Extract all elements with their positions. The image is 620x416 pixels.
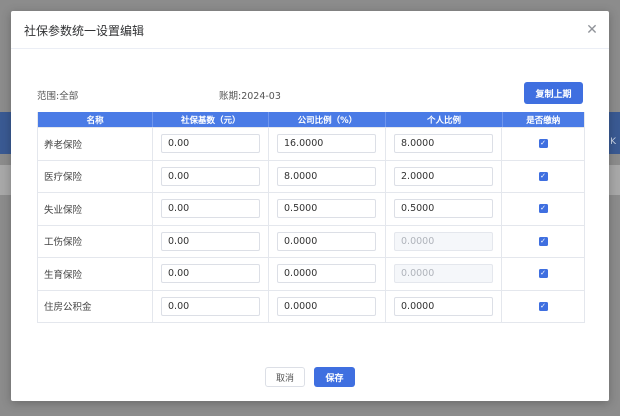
paid-cell: ✓	[502, 258, 584, 290]
paid-cell: ✓	[502, 226, 584, 258]
base-cell: 0.00	[153, 290, 269, 322]
personal-ratio-input[interactable]: 0.0000	[394, 296, 493, 316]
base-input[interactable]: 0.00	[161, 199, 260, 219]
company-ratio-cell: 0.0000	[269, 258, 386, 290]
table-body: 养老保险 0.00 16.0000 8.0000 ✓ 医疗保险 0.00 8.0000 2.00…	[38, 127, 584, 322]
base-cell: 0.00	[153, 128, 269, 160]
paid-cell: ✓	[502, 161, 584, 193]
company-ratio-cell: 0.0000	[269, 225, 386, 257]
base-input[interactable]: 0.00	[161, 134, 260, 154]
company-ratio-input[interactable]: 0.0000	[277, 296, 376, 316]
row-name: 生育保险	[38, 258, 153, 290]
table-row: 生育保险 0.00 0.0000 0.0000 ✓	[38, 257, 584, 290]
table-row: 住房公积金 0.00 0.0000 0.0000 ✓	[38, 289, 584, 323]
row-name: 养老保险	[38, 128, 153, 160]
company-ratio-cell: 0.5000	[269, 193, 386, 225]
company-ratio-cell: 0.0000	[269, 290, 386, 322]
table-row: 医疗保险 0.00 8.0000 2.0000 ✓	[38, 159, 584, 193]
base-input[interactable]: 0.00	[161, 296, 260, 316]
paid-checkbox[interactable]: ✓	[538, 171, 548, 181]
dialog-header: 社保参数统一设置编辑 ✕	[11, 11, 609, 49]
header-name: 名称	[38, 112, 154, 127]
dialog-title: 社保参数统一设置编辑	[24, 24, 145, 38]
personal-ratio-input[interactable]: 8.0000	[394, 134, 493, 154]
personal-ratio-cell: 0.0000	[386, 258, 502, 290]
row-name: 医疗保险	[38, 160, 153, 192]
personal-ratio-cell: 0.0000	[386, 225, 502, 257]
copy-previous-button[interactable]: 复制上期	[524, 82, 583, 104]
row-name: 失业保险	[38, 193, 153, 225]
base-cell: 0.00	[153, 258, 269, 290]
close-icon[interactable]: ✕	[585, 23, 599, 37]
paid-checkbox[interactable]: ✓	[538, 236, 548, 246]
company-ratio-cell: 8.0000	[269, 160, 386, 192]
row-name: 住房公积金	[38, 290, 153, 322]
paid-checkbox[interactable]: ✓	[538, 301, 548, 311]
table-row: 失业保险 0.00 0.5000 0.5000 ✓	[38, 192, 584, 225]
header-company-ratio: 公司比例（%）	[269, 112, 387, 127]
company-ratio-input[interactable]: 16.0000	[277, 134, 376, 154]
header-personal-ratio: 个人比例	[386, 112, 503, 127]
personal-ratio-cell: 0.0000	[386, 290, 502, 322]
cancel-button[interactable]: 取消	[265, 367, 305, 387]
table-row: 工伤保险 0.00 0.0000 0.0000 ✓	[38, 224, 584, 258]
paid-cell: ✓	[502, 291, 584, 323]
personal-ratio-input: 0.0000	[394, 264, 493, 284]
paid-cell: ✓	[502, 193, 584, 225]
company-ratio-input[interactable]: 0.0000	[277, 264, 376, 284]
settings-dialog: 社保参数统一设置编辑 ✕ 范围:全部 账期:2024-03 复制上期 名称 社保…	[11, 11, 609, 401]
base-input[interactable]: 0.00	[161, 264, 260, 284]
table-header: 名称 社保基数（元） 公司比例（%） 个人比例 是否缴纳	[38, 112, 584, 127]
period-label: 账期:2024-03	[219, 91, 281, 102]
insurance-table: 名称 社保基数（元） 公司比例（%） 个人比例 是否缴纳 养老保险 0.00 16.…	[37, 112, 585, 323]
company-ratio-input[interactable]: 8.0000	[277, 166, 376, 186]
scope-label: 范围:全部	[37, 91, 79, 102]
base-cell: 0.00	[153, 225, 269, 257]
paid-checkbox[interactable]: ✓	[538, 269, 548, 279]
company-ratio-input[interactable]: 0.0000	[277, 231, 376, 251]
save-button[interactable]: 保存	[314, 367, 355, 387]
paid-cell: ✓	[502, 128, 584, 160]
personal-ratio-input[interactable]: 0.5000	[394, 199, 493, 219]
background-edge-text: K	[610, 137, 616, 147]
table-row: 养老保险 0.00 16.0000 8.0000 ✓	[38, 127, 584, 160]
personal-ratio-cell: 2.0000	[386, 160, 502, 192]
base-cell: 0.00	[153, 160, 269, 192]
paid-checkbox[interactable]: ✓	[538, 139, 548, 149]
personal-ratio-input: 0.0000	[394, 231, 493, 251]
paid-checkbox[interactable]: ✓	[538, 204, 548, 214]
base-input[interactable]: 0.00	[161, 231, 260, 251]
company-ratio-input[interactable]: 0.5000	[277, 199, 376, 219]
base-input[interactable]: 0.00	[161, 166, 260, 186]
personal-ratio-cell: 8.0000	[386, 128, 502, 160]
row-name: 工伤保险	[38, 225, 153, 257]
personal-ratio-cell: 0.5000	[386, 193, 502, 225]
header-base: 社保基数（元）	[153, 112, 270, 127]
company-ratio-cell: 16.0000	[269, 128, 386, 160]
header-paid: 是否缴纳	[526, 115, 561, 126]
base-cell: 0.00	[153, 193, 269, 225]
personal-ratio-input[interactable]: 2.0000	[394, 166, 493, 186]
